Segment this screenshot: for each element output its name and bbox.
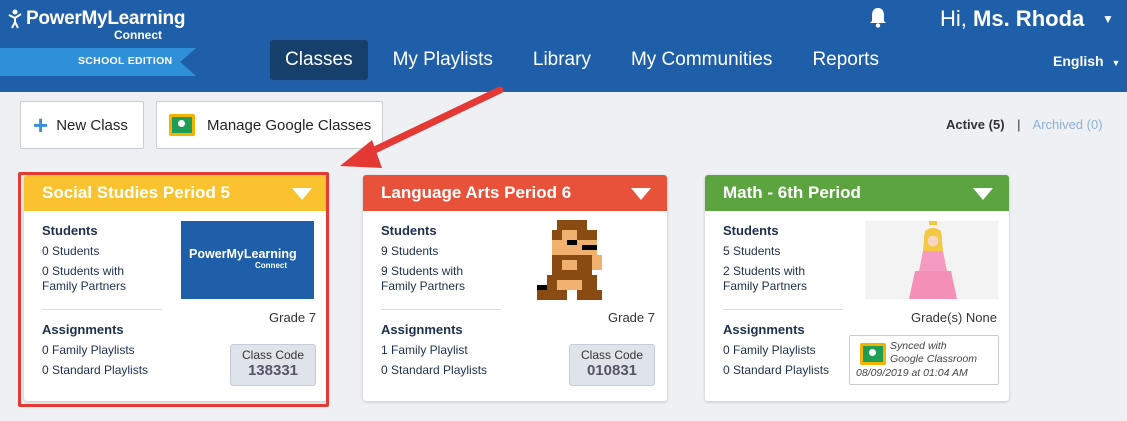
card-title: Social Studies Period 5 [42,183,231,202]
nav-my-communities[interactable]: My Communities [616,40,787,80]
sync-line1: Synced with [890,340,947,352]
class-card-language-arts[interactable]: Language Arts Period 6 Students 9 Studen… [363,175,667,401]
nav-my-playlists[interactable]: My Playlists [378,40,508,80]
family-playlists: 0 Family Playlists [42,343,135,357]
greeting-prefix: Hi, [940,6,967,31]
standard-playlists: 0 Standard Playlists [42,363,149,377]
card-header[interactable]: Language Arts Period 6 [363,175,667,211]
grade-label: Grade 7 [269,310,316,325]
nav-reports[interactable]: Reports [797,40,894,80]
annotation-arrow-icon [340,86,504,168]
family-partners-line2: Family Partners [42,279,127,293]
language-label: English [1053,53,1104,69]
nav-library[interactable]: Library [518,40,606,80]
sync-date: 08/09/2019 at 01:04 AM [856,367,968,379]
language-select[interactable]: English ▼ [1053,53,1120,69]
card-header[interactable]: Math - 6th Period [705,175,1009,211]
edition-banner: SCHOOL EDITION [0,48,196,76]
brand-name: PowerMyLearning [26,8,186,29]
class-code-label: Class Code [580,348,644,362]
user-greeting[interactable]: Hi, Ms. Rhoda [940,6,1084,32]
class-code-label: Class Code [241,348,305,362]
card-title: Math - 6th Period [723,183,861,202]
assignments-heading: Assignments [42,322,124,337]
class-code-box: Class Code 138331 [230,344,316,386]
top-header: PowerMyLearning Connect SCHOOL EDITION C… [0,0,1127,92]
edition-label: SCHOOL EDITION [78,55,173,67]
filter-separator: | [1017,117,1021,132]
card-menu-caret-icon[interactable] [292,188,312,200]
bell-icon[interactable] [868,6,888,28]
princess-character-image [865,221,998,299]
brand-wordmark: PowerMyLearning [8,8,185,30]
class-image: PowerMyLearning Connect [181,221,314,299]
assignments-heading: Assignments [381,322,463,337]
students-count: 0 Students [42,244,100,258]
section-divider [42,309,162,310]
language-caret-icon: ▼ [1111,58,1121,68]
family-partners-line1: 9 Students with [381,264,464,278]
family-partners-line2: Family Partners [381,279,466,293]
card-header[interactable]: Social Studies Period 5 [24,175,328,211]
google-classroom-icon [169,114,195,136]
family-playlists: 1 Family Playlist [381,343,468,357]
new-class-label: New Class [56,116,128,134]
card-menu-caret-icon[interactable] [631,188,651,200]
family-partners-line1: 2 Students with [723,264,806,278]
students-heading: Students [381,223,437,238]
nav-classes[interactable]: Classes [270,40,368,80]
class-image-brand-sub: Connect [255,261,287,270]
students-count: 9 Students [381,244,439,258]
students-heading: Students [723,223,779,238]
card-title: Language Arts Period 6 [381,183,572,202]
card-menu-caret-icon[interactable] [973,188,993,200]
class-code-value: 138331 [247,362,299,379]
grade-label: Grade(s) None [911,310,997,325]
google-classroom-icon [860,343,886,365]
brand-sub: Connect [114,28,162,42]
class-code-box: Class Code 010831 [569,344,655,386]
class-image-brand: PowerMyLearning [189,247,297,261]
class-card-social-studies[interactable]: Social Studies Period 5 Students 0 Stude… [24,175,328,401]
family-playlists: 0 Family Playlists [723,343,816,357]
section-divider [381,309,501,310]
students-count: 5 Students [723,244,781,258]
assignments-heading: Assignments [723,322,805,337]
students-heading: Students [42,223,98,238]
person-figure-icon [8,9,22,29]
sync-text: Synced with Google Classroom [890,340,977,366]
family-partners-line1: 0 Students with [42,264,125,278]
user-name: Ms. Rhoda [973,6,1085,31]
sync-line2: Google Classroom [890,353,977,365]
family-partners-line2: Family Partners [723,279,808,293]
standard-playlists: 0 Standard Playlists [381,363,488,377]
pixel-character-image [537,220,602,300]
brand-logo[interactable]: PowerMyLearning Connect SCHOOL EDITION [0,8,198,78]
standard-playlists: 0 Standard Playlists [723,363,830,377]
filter-active[interactable]: Active (5) [946,117,1005,132]
new-class-button[interactable]: + New Class [20,101,144,149]
grade-label: Grade 7 [608,310,655,325]
plus-icon: + [33,110,49,140]
google-sync-badge: Synced with Google Classroom 08/09/2019 … [849,335,999,385]
user-menu-caret-icon[interactable]: ▼ [1102,12,1114,26]
class-filters: Active (5) | Archived (0) [946,117,1103,132]
class-code-value: 010831 [586,362,638,379]
class-card-math[interactable]: Math - 6th Period Students 5 Students 2 … [705,175,1009,401]
main-nav: Classes My Playlists Library My Communit… [270,40,894,80]
filter-archived[interactable]: Archived (0) [1032,117,1102,132]
section-divider [723,309,843,310]
